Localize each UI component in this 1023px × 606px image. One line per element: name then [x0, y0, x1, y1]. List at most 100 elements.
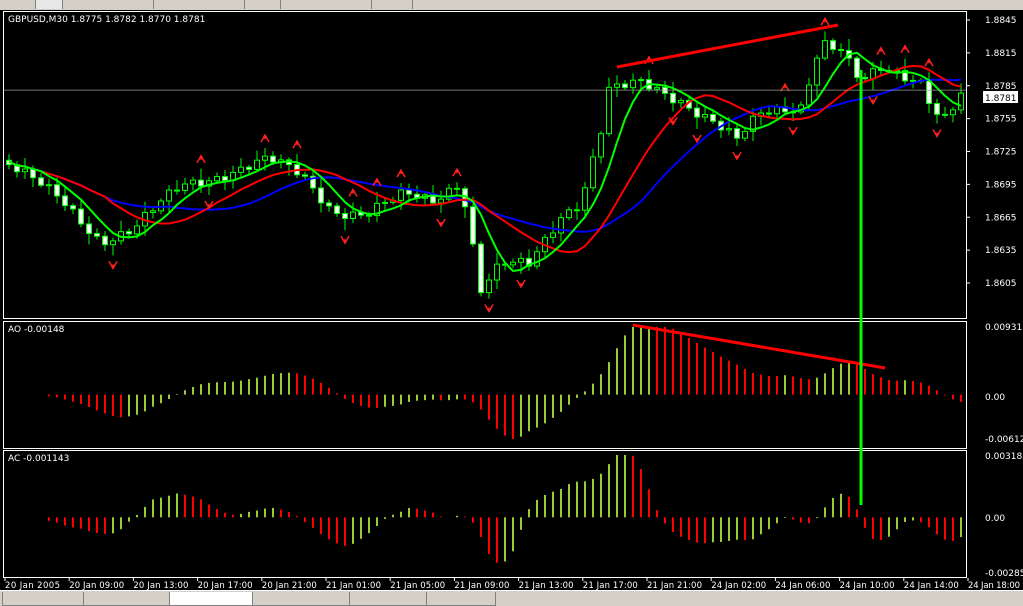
candle-body: [438, 198, 444, 204]
candle-body: [678, 99, 684, 104]
toolbar-button[interactable]: [36, 0, 63, 9]
candle-body: [398, 189, 404, 201]
price-tick-label: 1.8785: [985, 82, 1017, 92]
price-tick-label: 1.8635: [985, 246, 1017, 256]
price-tick-label: 1.8845: [985, 16, 1017, 26]
candle-body: [942, 113, 948, 116]
time-tick-label: 24 Jan 10:00: [840, 581, 895, 590]
candle-body: [534, 251, 540, 267]
candle-body: [350, 211, 356, 219]
candle-body: [486, 279, 492, 294]
candle-body: [46, 184, 52, 187]
time-tick-label: 21 Jan 13:00: [519, 581, 574, 590]
candle-body: [214, 176, 220, 182]
ao-tick-label: 0.00931: [985, 323, 1022, 333]
toolbar-button[interactable]: [245, 0, 281, 9]
candle-body: [302, 174, 308, 177]
time-tick-label: 24 Jan 02:00: [711, 581, 766, 590]
price-tick-label: 1.8755: [985, 115, 1017, 125]
candle-body: [806, 84, 812, 106]
chart-tab-active[interactable]: [169, 592, 253, 606]
candle-body: [774, 106, 780, 115]
toolbar-button[interactable]: [154, 0, 245, 9]
candle-body: [510, 261, 516, 266]
candle-body: [614, 83, 620, 88]
candle-body: [246, 166, 252, 170]
candle-body: [86, 223, 92, 235]
candle-body: [166, 189, 172, 202]
candle-body: [174, 189, 180, 192]
symbol-header: GBPUSD,M30 1.8775 1.8782 1.8770 1.8781: [8, 15, 205, 25]
candle-body: [926, 80, 932, 105]
time-tick-label: 20 Jan 17:00: [198, 581, 253, 590]
ac-tick-label: 0.00: [985, 514, 1005, 524]
toolbar-button[interactable]: [63, 0, 154, 9]
candle: [478, 241, 484, 297]
toolbar-button[interactable]: [0, 0, 36, 9]
price-tick-label: 1.8815: [985, 49, 1017, 59]
time-tick-label: 21 Jan 09:00: [454, 581, 509, 590]
candle-body: [582, 187, 588, 211]
candle-body: [550, 232, 556, 238]
time-tick-label: 20 Jan 2005: [5, 581, 60, 590]
candle-body: [638, 79, 644, 82]
candle-body: [734, 128, 740, 139]
candle-body: [574, 209, 580, 212]
price-tick-label: 1.8725: [985, 148, 1017, 158]
candle-body: [54, 184, 60, 197]
time-tick-label: 20 Jan 09:00: [69, 581, 124, 590]
ao-tick-label: 0.00: [985, 393, 1005, 403]
candle-body: [70, 205, 76, 210]
chart-tab[interactable]: [83, 592, 170, 606]
chart-tabs: [0, 590, 1023, 606]
candle-body: [190, 179, 196, 185]
candle-body: [454, 187, 460, 190]
toolbar-button[interactable]: [372, 0, 413, 9]
price-tick-label: 1.8695: [985, 180, 1017, 190]
candle-body: [262, 155, 268, 161]
candle-body: [62, 195, 68, 207]
current-price: 1.8781: [985, 94, 1017, 104]
time-tick-label: 21 Jan 01:00: [326, 581, 381, 590]
candle-body: [622, 83, 628, 89]
time-tick-label: 21 Jan 21:00: [647, 581, 702, 590]
candle-body: [126, 231, 132, 235]
time-tick-label: 21 Jan 17:00: [583, 581, 638, 590]
candle-body: [494, 263, 500, 281]
candle-body: [150, 210, 156, 213]
candle-body: [566, 209, 572, 219]
current-price-tag: 1.8781: [983, 91, 1018, 104]
ac-tick-label: 0.003185: [985, 452, 1023, 462]
candle-body: [742, 130, 748, 139]
candle-body: [590, 156, 596, 189]
candle-body: [598, 133, 604, 158]
candle-body: [198, 179, 204, 187]
candle-body: [838, 48, 844, 52]
candle-body: [702, 114, 708, 118]
chart-tab[interactable]: [2, 592, 84, 606]
toolbar-button[interactable]: [281, 0, 372, 9]
chart-canvas[interactable]: 1.8845 1.8815 1.8785 1.8755 1.8725 1.8695 1.86…: [0, 10, 1023, 590]
time-tick-label: 20 Jan 13:00: [133, 581, 188, 590]
candle-body: [958, 92, 964, 111]
candle-body: [822, 40, 828, 59]
candle-body: [670, 92, 676, 104]
candle-body: [814, 57, 820, 86]
ac-label: AC -0.001143: [8, 454, 69, 464]
candle-body: [630, 79, 636, 89]
candle-body: [134, 225, 140, 235]
candle-body: [518, 257, 524, 263]
candle-body: [830, 40, 836, 50]
candle-body: [910, 79, 916, 82]
candle-body: [606, 86, 612, 135]
chart-tab[interactable]: [252, 592, 350, 606]
chart-tab[interactable]: [349, 592, 427, 606]
candle-body: [326, 202, 332, 207]
candle-body: [766, 112, 772, 115]
candle-body: [222, 176, 228, 181]
chart-tab[interactable]: [426, 592, 496, 606]
candle-body: [854, 57, 860, 78]
candle-body: [950, 109, 956, 116]
candle-body: [934, 103, 940, 115]
candle-body: [342, 213, 348, 219]
